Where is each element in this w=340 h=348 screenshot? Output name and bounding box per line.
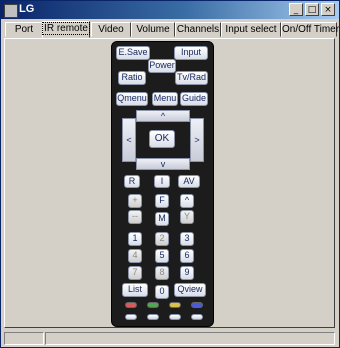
tab-label: IR remote: [42, 22, 90, 35]
digit-3-button[interactable]: 3: [180, 232, 194, 246]
power-button[interactable]: Power: [148, 59, 176, 73]
list-button[interactable]: List: [122, 283, 148, 297]
guide-button[interactable]: Guide: [180, 92, 208, 106]
app-window: LG _ □ × Port IR remote Video Volume Cha…: [0, 0, 340, 348]
plus-button[interactable]: +: [128, 194, 142, 208]
tab-ir-remote[interactable]: IR remote: [42, 21, 90, 38]
digit-8-button[interactable]: 8: [155, 266, 169, 280]
tab-volume[interactable]: Volume: [131, 22, 175, 37]
menu-button[interactable]: Menu: [152, 92, 178, 106]
digit-6-button[interactable]: 6: [180, 249, 194, 263]
tab-channels[interactable]: Channels: [175, 22, 221, 37]
input-button[interactable]: Input: [174, 46, 208, 60]
ir-remote: E.Save Input Power Ratio Tv/Rad Qmenu Me…: [111, 41, 214, 327]
tab-label: On/Off Timer: [282, 24, 340, 35]
status-bar-pane-1: [4, 332, 44, 345]
left-button[interactable]: <: [122, 118, 136, 162]
digit-7-button[interactable]: 7: [128, 266, 142, 280]
digit-2-button[interactable]: 2: [155, 232, 169, 246]
tab-label: Port: [14, 24, 34, 35]
tvrad-button[interactable]: Tv/Rad: [175, 71, 208, 85]
tab-on-off-timer[interactable]: On/Off Timer: [281, 22, 340, 37]
minus-button[interactable]: --: [128, 210, 142, 224]
window-title: LG: [19, 3, 35, 15]
tab-port[interactable]: Port: [5, 22, 43, 37]
esave-button[interactable]: E.Save: [116, 46, 150, 60]
tab-label: Volume: [136, 24, 170, 35]
close-button[interactable]: ×: [321, 3, 335, 16]
red-key[interactable]: [125, 302, 137, 308]
playback-key-4[interactable]: [191, 314, 203, 320]
maximize-button[interactable]: □: [305, 3, 319, 16]
playback-key-2[interactable]: [147, 314, 159, 320]
yellow-key[interactable]: [169, 302, 181, 308]
status-bar-pane-2: [45, 332, 335, 345]
caret-button[interactable]: ^: [180, 194, 194, 208]
ratio-button[interactable]: Ratio: [118, 71, 146, 85]
blue-key[interactable]: [191, 302, 203, 308]
playback-key-3[interactable]: [169, 314, 181, 320]
m-button[interactable]: M: [155, 212, 169, 226]
tab-label: Video: [98, 24, 124, 35]
qview-button[interactable]: Qview: [174, 283, 206, 297]
digit-5-button[interactable]: 5: [155, 249, 169, 263]
minimize-button[interactable]: _: [289, 3, 303, 16]
tab-label: Input select: [225, 24, 277, 35]
tab-input-select[interactable]: Input select: [221, 22, 281, 37]
ok-button[interactable]: OK: [149, 130, 175, 148]
tab-label: Channels: [176, 24, 220, 35]
green-key[interactable]: [147, 302, 159, 308]
av-button[interactable]: AV: [178, 175, 200, 188]
y-button[interactable]: Y: [180, 210, 194, 224]
i-button[interactable]: I: [154, 175, 170, 188]
qmenu-button[interactable]: Qmenu: [116, 92, 148, 106]
up-button[interactable]: ^: [136, 110, 190, 122]
tab-bar: Port IR remote Video Volume Channels Inp…: [3, 21, 340, 38]
digit-9-button[interactable]: 9: [180, 266, 194, 280]
digit-4-button[interactable]: 4: [128, 249, 142, 263]
digit-0-button[interactable]: 0: [155, 285, 169, 299]
digit-1-button[interactable]: 1: [128, 232, 142, 246]
f-button[interactable]: F: [155, 194, 169, 208]
r-button[interactable]: R: [124, 175, 140, 188]
tab-video[interactable]: Video: [91, 22, 131, 37]
app-icon: [4, 4, 18, 18]
down-button[interactable]: v: [136, 158, 190, 170]
title-bar[interactable]: LG _ □ ×: [1, 1, 339, 19]
right-button[interactable]: >: [190, 118, 204, 162]
playback-key-1[interactable]: [125, 314, 137, 320]
